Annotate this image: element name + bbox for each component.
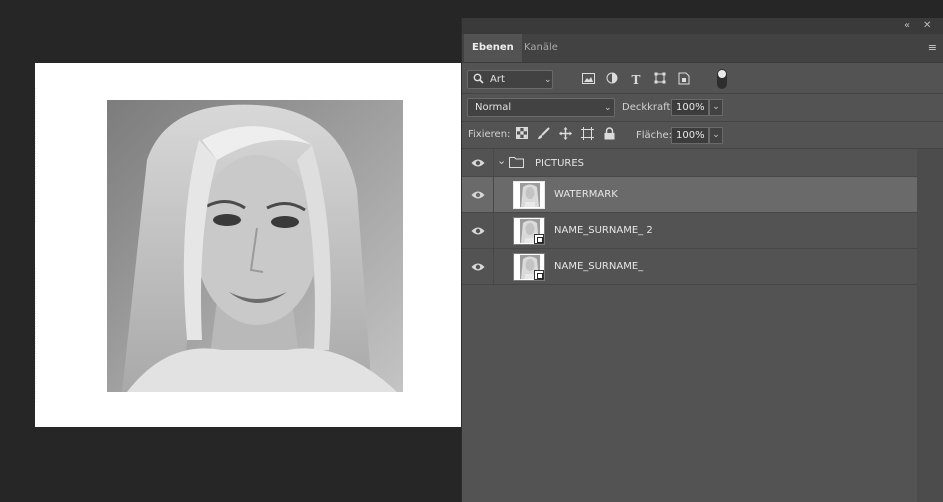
panel-title-bar: « ✕ [462, 18, 943, 34]
hamburger-menu-icon[interactable]: ≡ [928, 42, 937, 53]
fill-label: Fläche: [636, 130, 673, 141]
eye-visibility-icon[interactable] [471, 226, 485, 236]
opacity-chevron-down-icon[interactable]: ⌄ [709, 99, 723, 116]
smart-object-icon [534, 234, 544, 244]
layer-row-name-surname-2[interactable]: NAME_SURNAME_ 2 [462, 213, 918, 249]
layer-row-group[interactable]: ⌄ PICTURES [462, 149, 918, 177]
opacity-label: Deckkraft: [622, 102, 674, 113]
chevron-down-icon: ⌄ [604, 103, 612, 113]
lock-paint-icon[interactable] [536, 127, 550, 141]
lock-position-icon[interactable] [558, 127, 572, 141]
lock-all-icon[interactable] [602, 127, 616, 141]
blend-mode-select[interactable]: Normal ⌄ [467, 98, 615, 117]
layer-thumbnail [513, 181, 545, 209]
opacity-input[interactable]: 100% [671, 99, 709, 116]
document-canvas[interactable] [35, 63, 463, 427]
filter-toggle-switch[interactable] [717, 69, 727, 89]
layer-row-watermark[interactable]: WATERMARK [462, 177, 918, 213]
type-filter-icon[interactable]: T [628, 72, 644, 88]
tab-layers[interactable]: Ebenen [464, 34, 522, 62]
layer-name: NAME_SURNAME_ [554, 261, 644, 272]
layers-panel: « ✕ Ebenen Kanäle ≡ Art ⌄ T Normal ⌄ Dec… [461, 18, 943, 502]
blend-mode-value: Normal [475, 102, 512, 113]
divider [493, 149, 494, 176]
folder-icon [509, 157, 524, 171]
layers-scrollbar[interactable] [917, 149, 943, 502]
tab-channels[interactable]: Kanäle [516, 34, 566, 62]
eye-visibility-icon[interactable] [471, 190, 485, 200]
layer-name: WATERMARK [554, 189, 618, 200]
shape-filter-icon[interactable] [652, 72, 668, 88]
smart-object-icon [534, 270, 544, 280]
adjustment-filter-icon[interactable] [604, 72, 620, 88]
chevron-down-icon[interactable]: ⌄ [497, 155, 506, 166]
chevron-down-icon: ⌄ [544, 75, 552, 85]
smart-object-filter-icon[interactable] [676, 72, 692, 88]
divider [493, 249, 494, 284]
lock-transparent-icon[interactable] [515, 127, 529, 141]
fill-input[interactable]: 100% [671, 127, 709, 144]
lock-artboard-icon[interactable] [580, 127, 594, 141]
double-chevron-left-icon[interactable]: « [904, 20, 910, 32]
divider [462, 93, 943, 94]
divider [493, 213, 494, 248]
divider [493, 177, 494, 212]
layer-filter-kind-select[interactable]: Art ⌄ [467, 70, 553, 89]
search-icon [473, 73, 484, 87]
divider [462, 121, 943, 122]
panel-tabs: Ebenen Kanäle ≡ [462, 34, 943, 63]
layer-thumbnail [513, 217, 545, 245]
image-filter-icon[interactable] [580, 72, 596, 88]
fill-chevron-down-icon[interactable]: ⌄ [709, 127, 723, 144]
close-icon[interactable]: ✕ [923, 20, 931, 32]
lock-label: Fixieren: [468, 129, 511, 140]
eye-visibility-icon[interactable] [471, 158, 485, 168]
portrait-photo [107, 100, 403, 392]
layer-name: NAME_SURNAME_ 2 [554, 225, 653, 236]
layer-thumbnail [513, 253, 545, 281]
eye-visibility-icon[interactable] [471, 262, 485, 272]
layer-name: PICTURES [535, 158, 585, 169]
layer-row-name-surname[interactable]: NAME_SURNAME_ [462, 249, 918, 285]
portrait-thumbnail-image [520, 183, 540, 207]
filter-kind-label: Art [490, 74, 505, 85]
